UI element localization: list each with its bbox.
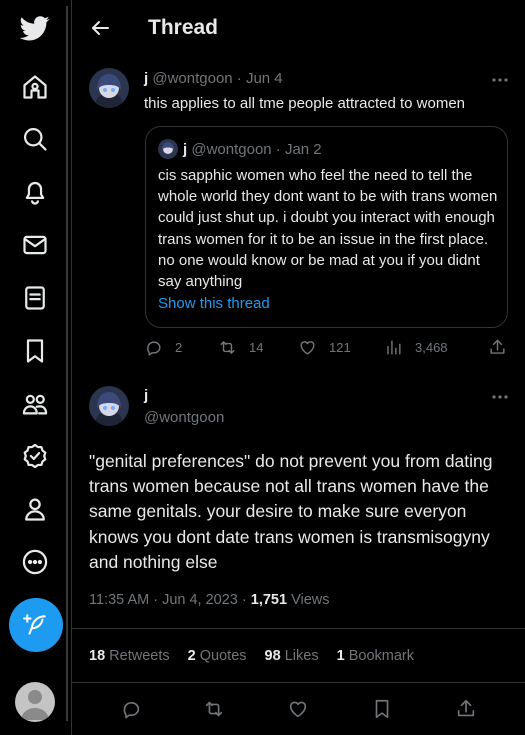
retweets-stat[interactable]: 18 Retweets [89, 648, 170, 664]
tweet-text: "genital preferences" do not prevent you… [89, 451, 493, 572]
avatar[interactable] [89, 68, 129, 108]
display-name[interactable]: j [144, 387, 148, 404]
divider [72, 628, 525, 629]
verified-icon[interactable] [15, 436, 55, 476]
view-count: 3,468 [415, 340, 448, 355]
quotes-stat[interactable]: 2 Quotes [188, 648, 247, 664]
lists-icon[interactable] [15, 278, 55, 318]
compose-tweet-button[interactable] [9, 598, 63, 652]
retweet-count: 14 [249, 340, 264, 355]
retweet-icon [220, 341, 235, 354]
heart-icon[interactable] [287, 698, 309, 720]
handle[interactable]: @wontgoon [144, 409, 224, 426]
thread-header: Thread [72, 0, 525, 57]
avatar [158, 139, 178, 159]
likes-stat[interactable]: 98 Likes [265, 648, 319, 664]
views-button[interactable]: 3,468 [384, 338, 448, 357]
reply-button[interactable]: 2 [144, 338, 182, 357]
bookmarks-icon[interactable] [15, 331, 55, 371]
retweet-icon[interactable] [203, 698, 225, 720]
divider [72, 682, 525, 683]
bookmark-icon[interactable] [371, 698, 393, 720]
display-name[interactable]: j [144, 70, 148, 87]
avatar[interactable] [89, 386, 129, 426]
timestamp: 11:35 AM · Jun 4, 2023 · [89, 592, 251, 608]
views-label: Views [287, 592, 330, 608]
sidebar [0, 0, 70, 735]
show-thread-link[interactable]: Show this thread [158, 295, 270, 312]
profile-icon[interactable] [15, 489, 55, 529]
like-button[interactable]: 121 [298, 338, 351, 357]
more-options-icon[interactable] [490, 387, 510, 407]
retweet-button[interactable]: 14 [218, 338, 263, 357]
share-icon[interactable] [455, 698, 477, 720]
communities-icon[interactable] [15, 384, 55, 424]
page-title: Thread [148, 16, 219, 39]
share-button[interactable] [488, 338, 507, 357]
more-icon[interactable] [15, 542, 55, 582]
back-arrow-icon[interactable] [88, 16, 112, 40]
tweet-stats: 18 Retweets 2 Quotes 98 Likes 1 Bookmark [89, 648, 414, 664]
twitter-logo-icon[interactable] [15, 8, 55, 48]
tweet-meta: 11:35 AM · Jun 4, 2023 · 1,751 Views [89, 592, 330, 608]
account-avatar[interactable] [15, 682, 55, 722]
home-icon[interactable] [15, 67, 55, 107]
reply-icon [147, 341, 161, 356]
tweet-text: this applies to all tme people attracted… [144, 95, 466, 112]
feather-plus-icon [23, 614, 46, 635]
quoted-text: cis sapphic women who feel the need to t… [158, 167, 498, 291]
notifications-icon[interactable] [15, 172, 55, 212]
handle-date: @wontgoon · Jan 2 [191, 141, 322, 158]
sidebar-divider [66, 6, 68, 721]
more-options-icon[interactable] [490, 70, 510, 90]
like-count: 121 [329, 340, 351, 355]
heart-icon [300, 341, 315, 355]
main-column: Thread j @wontgoon · Jun 4 this applies … [71, 0, 525, 735]
views-chart-icon [387, 340, 401, 355]
explore-icon[interactable] [15, 119, 55, 159]
bookmarks-stat[interactable]: 1 Bookmark [337, 648, 414, 664]
reply-icon[interactable] [120, 698, 142, 720]
share-icon [490, 339, 505, 354]
reply-count: 2 [175, 340, 183, 355]
messages-icon[interactable] [15, 225, 55, 265]
handle-date: @wontgoon · Jun 4 [152, 70, 283, 87]
display-name: j [183, 141, 188, 158]
quoted-tweet[interactable]: j @wontgoon · Jan 2 cis sapphic women wh… [145, 126, 508, 328]
views-count: 1,751 [250, 592, 288, 608]
